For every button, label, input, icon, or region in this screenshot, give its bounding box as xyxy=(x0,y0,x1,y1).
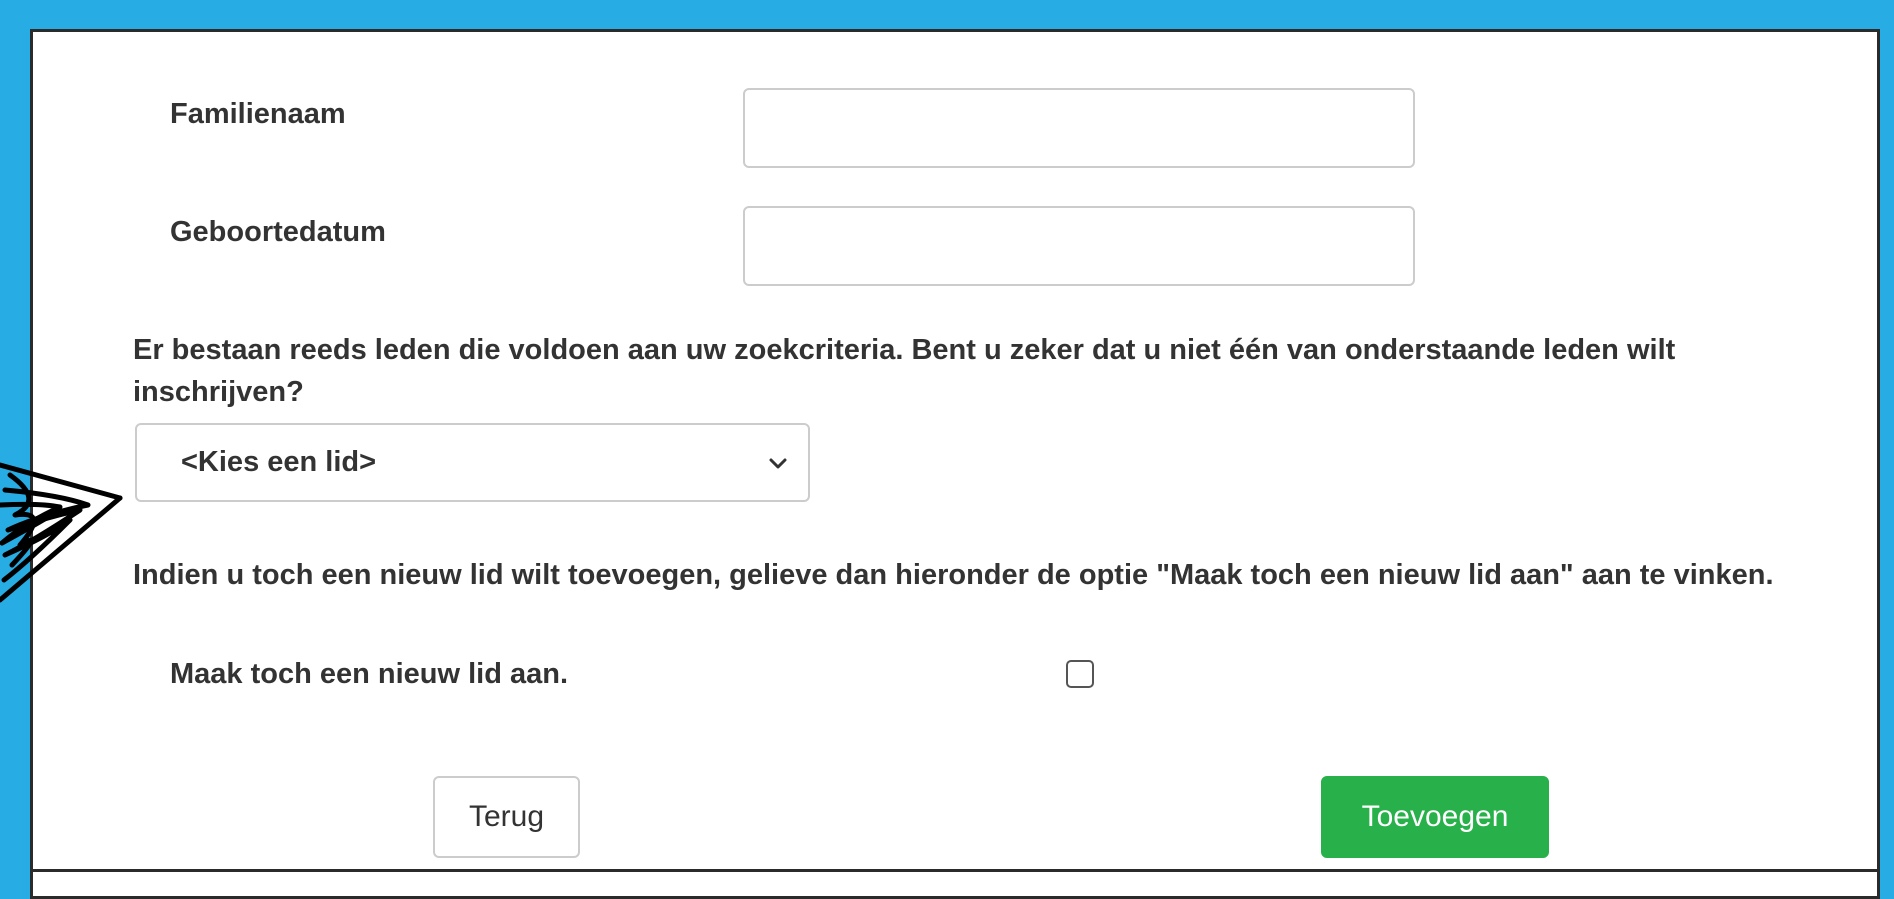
chevron-down-icon xyxy=(769,458,787,469)
geboortedatum-label: Geboortedatum xyxy=(170,216,386,248)
scribble-annotation xyxy=(0,462,123,603)
bottom-divider xyxy=(30,869,1880,872)
new-member-notice: Indien u toch een nieuw lid wilt toevoeg… xyxy=(133,559,1774,591)
familienaam-input[interactable] xyxy=(743,88,1415,168)
geboortedatum-input[interactable] xyxy=(743,206,1415,286)
member-select-value: <Kies een lid> xyxy=(181,446,377,478)
familienaam-label: Familienaam xyxy=(170,98,346,130)
add-button[interactable]: Toevoegen xyxy=(1321,776,1549,858)
member-select[interactable]: <Kies een lid> xyxy=(135,423,810,502)
new-member-checkbox[interactable] xyxy=(1066,660,1094,688)
existing-members-notice: Er bestaan reeds leden die voldoen aan u… xyxy=(133,334,1676,408)
back-button[interactable]: Terug xyxy=(433,776,580,858)
new-member-checkbox-label: Maak toch een nieuw lid aan. xyxy=(170,658,569,690)
